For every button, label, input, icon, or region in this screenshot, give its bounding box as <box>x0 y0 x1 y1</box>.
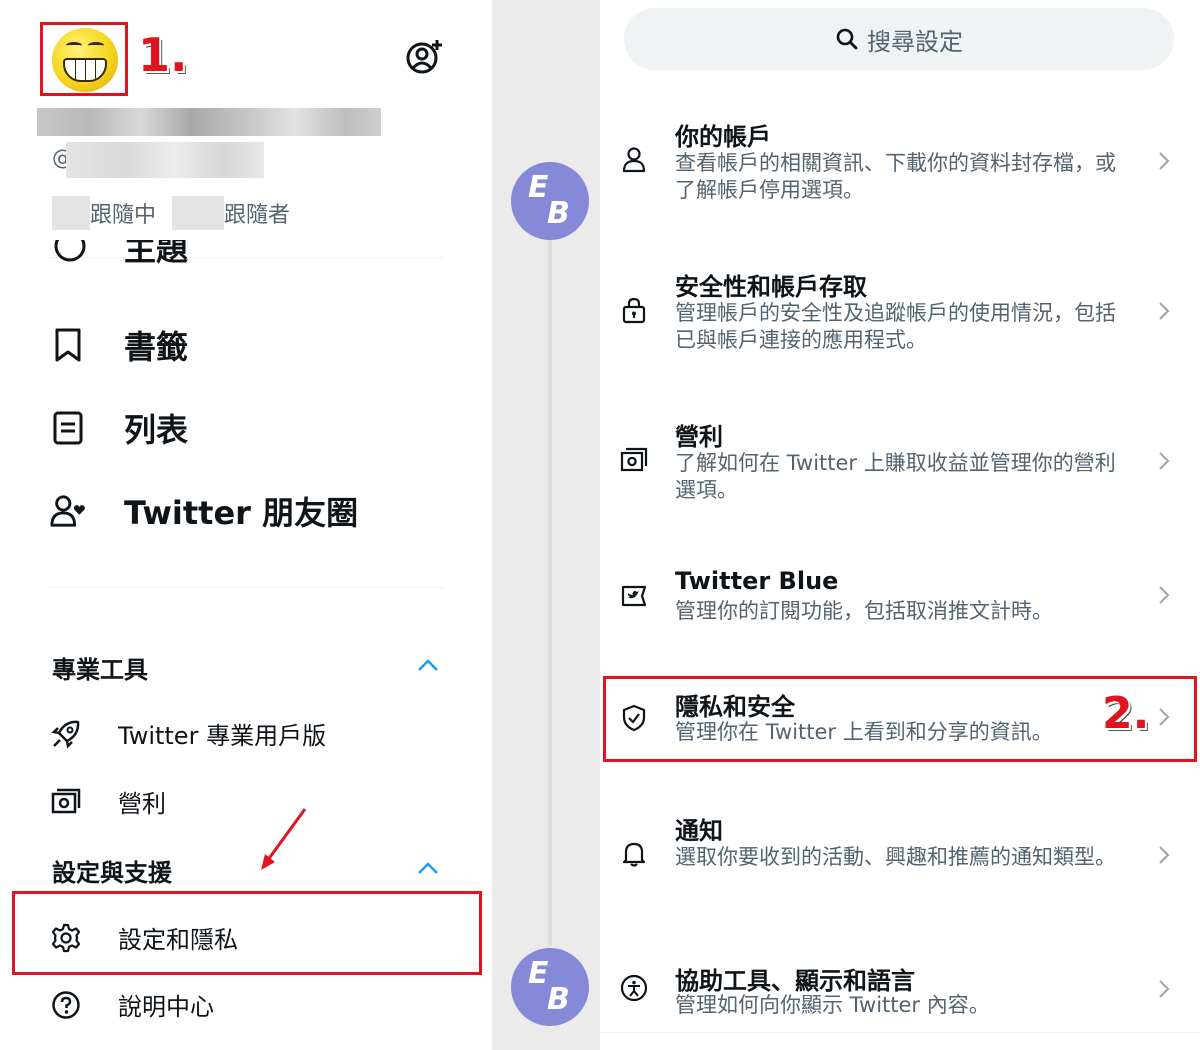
chevron-right-icon <box>1159 302 1170 320</box>
topics-icon <box>54 240 86 262</box>
rocket-icon <box>51 720 80 749</box>
chevron-right-icon <box>1159 846 1170 864</box>
section-settings-support-title[interactable]: 設定與支援 <box>52 853 172 888</box>
avatar[interactable] <box>52 28 118 92</box>
list-icon <box>53 411 83 445</box>
following-count-blurred <box>52 196 90 230</box>
add-account-icon[interactable] <box>404 38 444 74</box>
settings-panel: 搜尋設定 你的帳戶 查看帳戶的相關資訊、下載你的資料封存檔，或了解帳戶停用選項。… <box>600 0 1200 1050</box>
thread-line <box>548 236 552 946</box>
chevron-right-icon <box>1159 152 1170 170</box>
people-heart-icon <box>50 495 85 527</box>
nav-item-topics-partial[interactable]: 主題 <box>52 240 252 274</box>
nav-label-lists: 列表 <box>124 411 189 449</box>
nav-label-twitter-circle: Twitter 朋友圈 <box>124 494 359 532</box>
nav-label-bookmarks: 書籤 <box>124 328 189 366</box>
money-icon <box>620 447 648 472</box>
money-icon <box>51 788 81 813</box>
nav-item-twitter-circle[interactable]: Twitter 朋友圈 <box>50 488 358 534</box>
settings-item-security[interactable]: 安全性和帳戶存取 管理帳戶的安全性及追蹤帳戶的使用情況，包括已與帳戶連接的應用程… <box>600 264 1200 374</box>
sub-item-professional[interactable]: Twitter 專業用戶版 <box>50 716 326 751</box>
chevron-right-icon <box>1159 980 1170 998</box>
lock-icon <box>622 297 646 324</box>
sub-label-monetization: 營利 <box>118 790 166 818</box>
nav-item-bookmarks[interactable]: 書籤 <box>50 322 188 368</box>
avatar: EB <box>511 162 589 240</box>
settings-item-description: 選取你要收到的活動、興趣和推薦的通知類型。 <box>675 845 1116 869</box>
sub-item-monetization[interactable]: 營利 <box>50 784 166 819</box>
search-placeholder: 搜尋設定 <box>867 27 963 56</box>
help-icon <box>52 990 80 1019</box>
chevron-up-icon[interactable] <box>416 856 440 880</box>
settings-item-description: 了解如何在 Twitter 上賺取收益並管理你的營利選項。 <box>675 451 1116 502</box>
person-icon <box>622 147 646 173</box>
handle-blurred <box>66 142 264 178</box>
followers-label[interactable]: 跟隨者 <box>224 197 290 229</box>
sub-item-help-center[interactable]: 說明中心 <box>50 987 214 1022</box>
settings-item-title: 你的帳戶 <box>675 123 771 151</box>
twitter-blue-icon <box>621 585 647 607</box>
settings-item-title: 協助工具、顯示和語言 <box>675 967 915 995</box>
section-professional-tools-title[interactable]: 專業工具 <box>52 650 148 685</box>
display-name-blurred <box>37 108 381 136</box>
settings-item-description: 管理如何向你顯示 Twitter 內容。 <box>675 993 990 1017</box>
settings-item-accessibility[interactable]: 協助工具、顯示和語言 管理如何向你顯示 Twitter 內容。 <box>600 958 1200 1028</box>
divider <box>50 587 444 588</box>
settings-item-monetization[interactable]: 營利 了解如何在 Twitter 上賺取收益並管理你的營利選項。 <box>600 414 1200 524</box>
chevron-up-icon[interactable] <box>416 653 440 677</box>
settings-item-description: 管理你的訂閱功能，包括取消推文計時。 <box>675 599 1053 623</box>
privacy-highlight-box <box>603 676 1197 762</box>
settings-item-description: 查看帳戶的相關資訊、下載你的資料封存檔，或了解帳戶停用選項。 <box>675 151 1116 202</box>
settings-item-notifications[interactable]: 通知 選取你要收到的活動、興趣和推薦的通知類型。 <box>600 808 1200 918</box>
sub-label-professional: Twitter 專業用戶版 <box>118 722 327 750</box>
annotation-arrow <box>261 808 307 870</box>
settings-item-title: 安全性和帳戶存取 <box>675 273 867 301</box>
settings-search-input[interactable]: 搜尋設定 <box>624 8 1174 70</box>
settings-item-twitter-blue[interactable]: Twitter Blue 管理你的訂閱功能，包括取消推文計時。 <box>600 564 1200 644</box>
settings-item-title: 營利 <box>675 423 723 451</box>
chevron-right-icon <box>1159 586 1170 604</box>
settings-item-description: 管理帳戶的安全性及追蹤帳戶的使用情況，包括已與帳戶連接的應用程式。 <box>675 301 1116 352</box>
background-timeline-strip: EB EB <box>492 0 600 1050</box>
avatar: EB <box>511 948 589 1026</box>
settings-item-your-account[interactable]: 你的帳戶 查看帳戶的相關資訊、下載你的資料封存檔，或了解帳戶停用選項。 <box>600 114 1200 224</box>
divider <box>600 1032 1200 1033</box>
settings-highlight-box <box>12 891 482 975</box>
avatar-highlight-box <box>40 22 128 96</box>
settings-item-title: 通知 <box>675 817 723 845</box>
accessibility-icon <box>620 974 648 1002</box>
sub-label-help-center: 說明中心 <box>118 993 214 1021</box>
nav-label-topics: 主題 <box>124 240 189 268</box>
search-icon <box>836 28 858 50</box>
following-label[interactable]: 跟隨中 <box>90 197 156 229</box>
side-menu-panel: 1. @ 跟隨中 跟隨者 主題 書籤 列表 Twitter 朋友圈 專業工具 T… <box>0 0 492 1050</box>
bookmark-icon <box>55 328 81 362</box>
chevron-right-icon <box>1159 452 1170 470</box>
settings-item-title: Twitter Blue <box>675 567 839 595</box>
bell-icon <box>622 842 646 867</box>
follow-counts: 跟隨中 跟隨者 <box>52 196 290 230</box>
step-one-label: 1. <box>138 28 188 82</box>
nav-item-lists[interactable]: 列表 <box>50 405 188 451</box>
followers-count-blurred <box>172 196 225 230</box>
